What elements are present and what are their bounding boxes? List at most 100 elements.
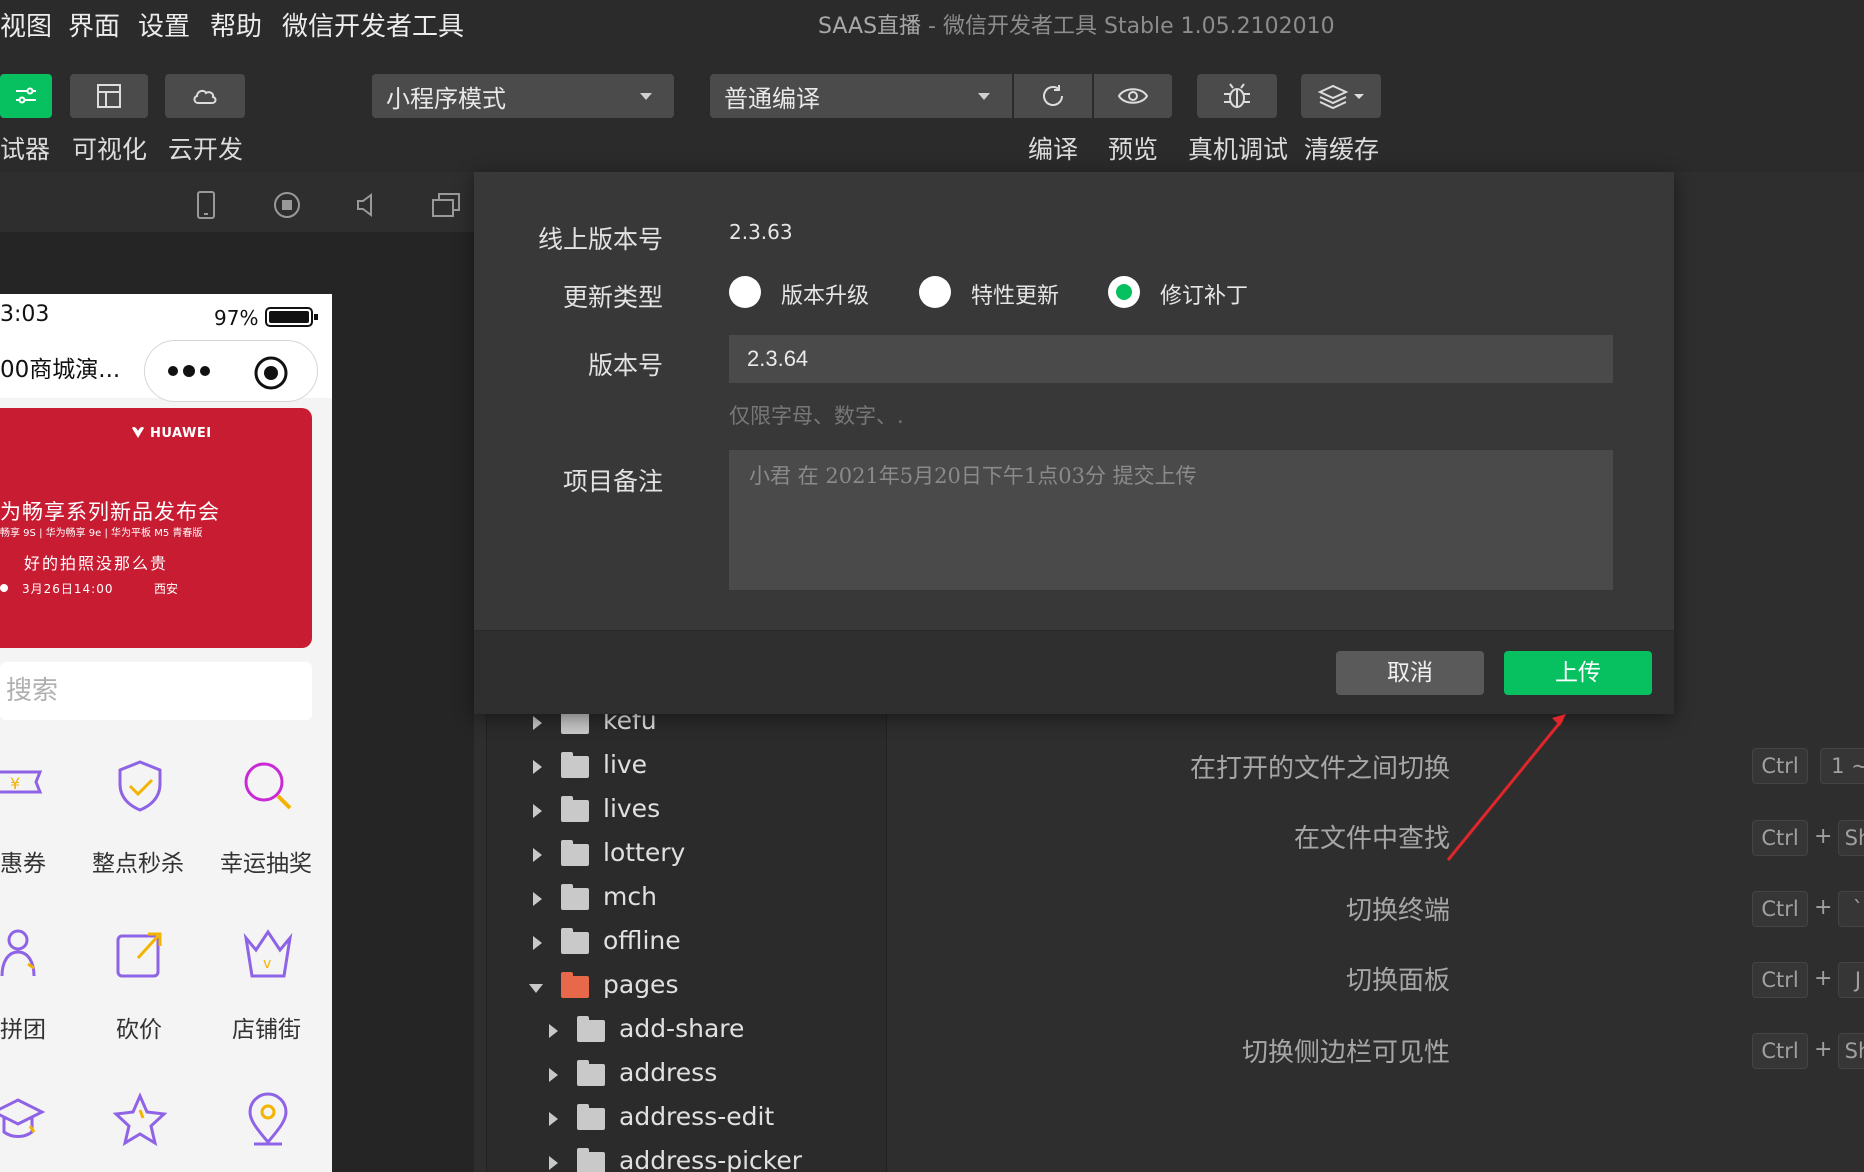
window-icon[interactable] [430, 190, 462, 220]
chevron-right-icon[interactable] [533, 936, 542, 950]
shortcut-plus: + [1814, 895, 1833, 920]
cloud-icon [193, 89, 217, 104]
chevron-right-icon[interactable] [533, 892, 542, 906]
search-input[interactable]: 搜索 [0, 662, 312, 720]
chevron-down-icon[interactable] [529, 984, 543, 993]
battery-icon [265, 307, 318, 327]
crown-icon[interactable]: v [238, 924, 298, 984]
svg-text:¥: ¥ [10, 774, 20, 793]
volume-icon[interactable] [354, 190, 380, 220]
page-title: 00商城演... [0, 357, 121, 383]
tree-item-address-edit[interactable]: address-edit [487, 1100, 887, 1140]
menu-devtools[interactable]: 微信开发者工具 [282, 6, 464, 43]
compile-label: 编译 [1028, 135, 1079, 164]
tree-item-lives[interactable]: lives [487, 792, 887, 832]
compile-select[interactable]: 普通编译 [710, 74, 1012, 118]
compile-select-value: 普通编译 [724, 84, 820, 113]
chevron-right-icon[interactable] [549, 1112, 558, 1126]
magnifier-icon[interactable] [238, 756, 298, 816]
folder-icon [577, 1016, 605, 1042]
tree-item-label: address-edit [619, 1102, 775, 1131]
group-icon[interactable] [0, 924, 52, 984]
banner-models: 畅享 9S | 华为畅享 9e | 华为平板 M5 青春版 [0, 528, 203, 539]
upload-dialog: 线上版本号 2.3.63 更新类型 版本升级 特性更新 修订补丁 版本号 仅限字… [474, 172, 1674, 714]
chevron-down-icon [978, 93, 990, 100]
record-icon[interactable] [272, 190, 302, 220]
shortcut-key: Ctrl [1752, 962, 1808, 998]
radio-patch-label[interactable]: 修订补丁 [1160, 278, 1248, 310]
clear-cache-button[interactable] [1301, 74, 1381, 118]
tree-item-live[interactable]: live [487, 748, 887, 788]
chevron-right-icon[interactable] [549, 1156, 558, 1170]
star-icon[interactable] [110, 1090, 170, 1150]
cancel-button[interactable]: 取消 [1336, 651, 1484, 695]
graduation-icon[interactable] [0, 1090, 50, 1150]
remark-textarea[interactable]: 小君 在 2021年5月20日下午1点03分 提交上传 [729, 450, 1613, 590]
tree-item-add-share[interactable]: add-share [487, 1012, 887, 1052]
battery-percent: 97% [214, 306, 259, 330]
preview-button[interactable] [1094, 74, 1172, 118]
simulator-toolbar [0, 172, 474, 232]
coupon-icon[interactable]: ¥ [0, 756, 56, 816]
radio-feature-label[interactable]: 特性更新 [971, 278, 1059, 310]
capsule-menu[interactable] [144, 340, 318, 402]
radio-patch[interactable] [1108, 276, 1140, 308]
chevron-right-icon[interactable] [549, 1068, 558, 1082]
shortcut-label: 切换侧边栏可见性 [1241, 1038, 1450, 1068]
update-type-label: 更新类型 [562, 283, 663, 312]
upload-button[interactable]: 上传 [1504, 651, 1652, 695]
banner-city: 西安 [154, 582, 179, 596]
clear-cache-label: 清缓存 [1304, 135, 1380, 164]
tree-item-address[interactable]: address [487, 1056, 887, 1096]
mode-select[interactable]: 小程序模式 [372, 74, 674, 118]
edit-icon[interactable] [110, 924, 170, 984]
tree-item-label: live [603, 750, 648, 779]
cloud-button[interactable] [165, 74, 245, 118]
layout-icon [97, 84, 121, 108]
chevron-right-icon[interactable] [533, 848, 542, 862]
tree-item-label: lives [603, 794, 661, 823]
shield-icon[interactable] [110, 756, 170, 816]
window-title-app: SAAS直播 [818, 14, 922, 39]
window-title-rest: - 微信开发者工具 Stable 1.05.2102010 [921, 14, 1335, 39]
status-time: 3:03 [0, 302, 50, 327]
tree-item-label: pages [603, 970, 679, 999]
shortcut-plus: + [1814, 824, 1833, 849]
panel-divider[interactable] [886, 700, 887, 1172]
phone-icon[interactable] [194, 190, 218, 220]
tree-item-offline[interactable]: offline [487, 924, 887, 964]
location-icon[interactable] [238, 1090, 298, 1150]
menu-interface[interactable]: 界面 [68, 6, 120, 43]
compile-button[interactable] [1014, 74, 1092, 118]
version-hint: 仅限字母、数字、. [729, 404, 904, 428]
radio-feature[interactable] [919, 276, 951, 308]
simulator-button[interactable] [0, 74, 52, 118]
shortcut-key: Ctrl [1752, 1033, 1808, 1069]
debug-button[interactable] [1197, 74, 1277, 118]
menu-settings[interactable]: 设置 [138, 6, 190, 43]
bug-icon [1224, 83, 1250, 108]
radio-major-label[interactable]: 版本升级 [781, 278, 869, 310]
huawei-logo-icon [132, 427, 144, 438]
chevron-right-icon[interactable] [533, 760, 542, 774]
promo-banner[interactable]: HUAWEI 为畅享系列新品发布会 畅享 9S | 华为畅享 9e | 华为平板… [0, 408, 312, 648]
tree-item-address-picker[interactable]: address-picker [487, 1144, 887, 1172]
tree-item-pages[interactable]: pages [487, 968, 887, 1008]
close-capsule-icon[interactable] [253, 355, 289, 391]
visual-button[interactable] [70, 74, 148, 118]
chevron-right-icon[interactable] [533, 716, 542, 730]
shortcut-key: Ctrl [1752, 748, 1808, 784]
version-input[interactable] [729, 335, 1613, 383]
grid-label-group-buy: 拼团 [0, 1017, 46, 1043]
menu-help[interactable]: 帮助 [210, 6, 262, 43]
file-tree: kefu live lives lottery mch offline page… [486, 700, 886, 1172]
folder-icon [577, 1148, 605, 1172]
chevron-right-icon[interactable] [549, 1024, 558, 1038]
tree-item-mch[interactable]: mch [487, 880, 887, 920]
menu-view[interactable]: 视图 [0, 6, 52, 43]
tree-item-lottery[interactable]: lottery [487, 836, 887, 876]
version-label: 版本号 [587, 351, 663, 380]
radio-major[interactable] [729, 276, 761, 308]
more-icon[interactable] [165, 363, 215, 379]
chevron-right-icon[interactable] [533, 804, 542, 818]
